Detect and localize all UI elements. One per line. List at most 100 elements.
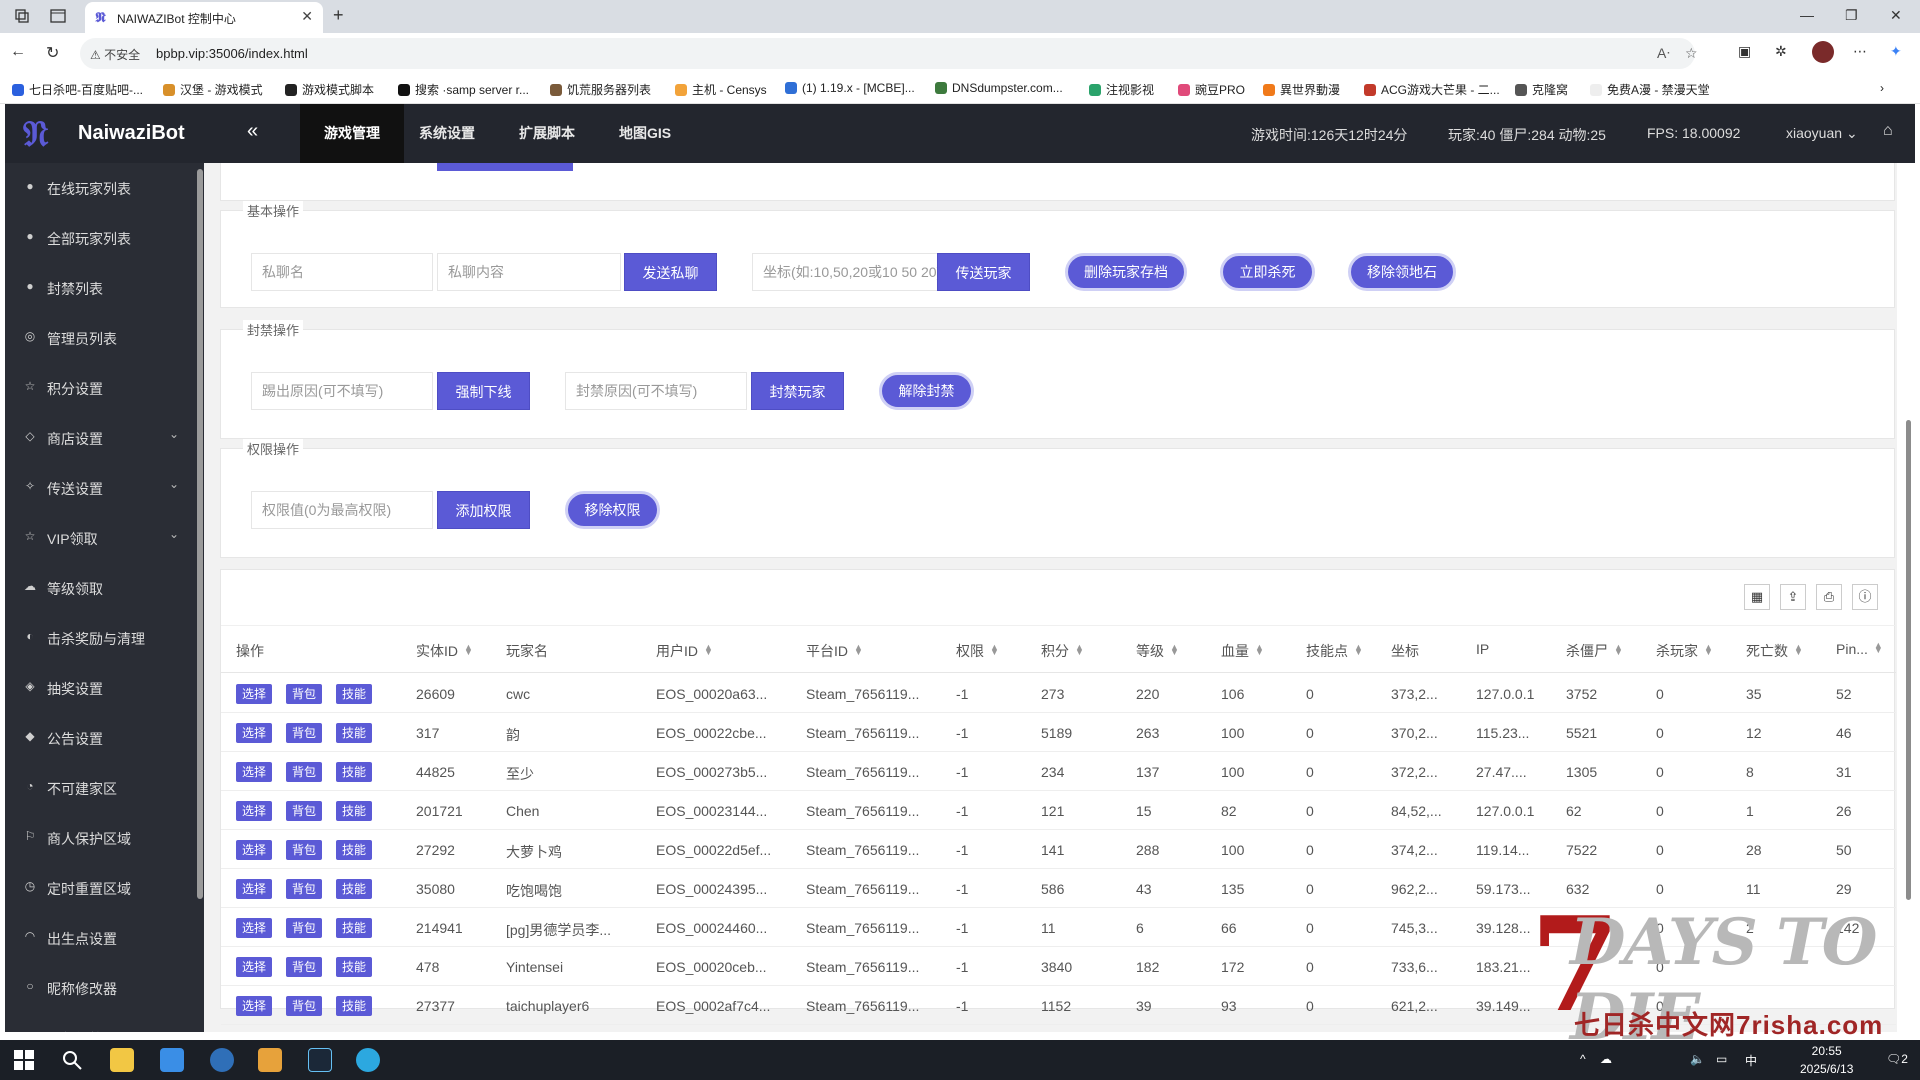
- skills-button[interactable]: 技能: [336, 684, 372, 704]
- more-menu-icon[interactable]: ⋯: [1853, 43, 1867, 60]
- bookmark-item[interactable]: 注视影视: [1089, 81, 1154, 98]
- sort-icon[interactable]: ▲ ▼: [1255, 643, 1264, 657]
- nav-extension-scripts[interactable]: 扩展脚本: [519, 104, 575, 163]
- bookmark-item[interactable]: 主机 - Censys: [675, 81, 767, 98]
- column-header[interactable]: 死亡数 ▲ ▼: [1746, 641, 1803, 661]
- column-header[interactable]: Pin... ▲ ▼: [1836, 641, 1883, 658]
- search-icon[interactable]: [60, 1048, 84, 1072]
- sort-icon[interactable]: ▲ ▼: [1614, 643, 1623, 657]
- sidebar-item[interactable]: ☁ 等级领取: [5, 563, 195, 613]
- sort-icon[interactable]: ▲ ▼: [854, 643, 863, 657]
- info-icon[interactable]: ⓘ: [1852, 584, 1878, 610]
- sidebar-item[interactable]: ✧ 传送设置 ⌄: [5, 463, 195, 513]
- column-header[interactable]: 等级 ▲ ▼: [1136, 641, 1179, 661]
- column-header[interactable]: 杀玩家 ▲ ▼: [1656, 641, 1713, 661]
- skills-button[interactable]: 技能: [336, 801, 372, 821]
- sidebar-item[interactable]: ◔ 不可建家区: [5, 763, 195, 813]
- sort-icon[interactable]: ▲ ▼: [1170, 643, 1179, 657]
- nav-system-settings[interactable]: 系统设置: [419, 104, 475, 163]
- collapse-sidebar-icon[interactable]: «: [247, 120, 258, 143]
- profile-avatar[interactable]: [1812, 41, 1834, 63]
- close-tab-icon[interactable]: ✕: [301, 8, 313, 25]
- system-clock[interactable]: 20:55 2025/6/13: [1800, 1042, 1853, 1078]
- bookmark-item[interactable]: DNSdumpster.com...: [935, 81, 1063, 95]
- remove-permission-button[interactable]: 移除权限: [565, 491, 660, 529]
- reload-icon[interactable]: ↻: [46, 43, 59, 63]
- pm-content-input[interactable]: 私聊内容: [437, 253, 621, 291]
- bookmark-item[interactable]: ACG游戏大芒果 - 二...: [1364, 81, 1500, 98]
- volume-icon[interactable]: 🔈: [1690, 1052, 1705, 1066]
- partial-button[interactable]: [437, 163, 573, 171]
- ban-reason-input[interactable]: 封禁原因(可不填写): [565, 372, 747, 410]
- network-icon[interactable]: ▭: [1716, 1052, 1727, 1066]
- inventory-button[interactable]: 背包: [286, 996, 322, 1016]
- send-pm-button[interactable]: 发送私聊: [624, 253, 717, 291]
- tab-actions-icon[interactable]: [50, 8, 66, 24]
- select-button[interactable]: 选择: [236, 723, 272, 743]
- select-button[interactable]: 选择: [236, 996, 272, 1016]
- url-field[interactable]: ⚠ 不安全 bpbp.vip:35006/index.html Aᐧ ☆: [80, 38, 1698, 69]
- inventory-button[interactable]: 背包: [286, 801, 322, 821]
- select-button[interactable]: 选择: [236, 957, 272, 977]
- home-icon[interactable]: ⌂: [1883, 122, 1893, 140]
- select-button[interactable]: 选择: [236, 684, 272, 704]
- kick-button[interactable]: 强制下线: [437, 372, 530, 410]
- sidebar-item[interactable]: ● 在线玩家列表: [5, 163, 195, 213]
- sidebar-item[interactable]: ○ 昵称修改器: [5, 963, 195, 1013]
- sidebar-item[interactable]: ◈ 抽奖设置: [5, 663, 195, 713]
- bookmark-item[interactable]: 免费A漫 - 禁漫天堂: [1590, 81, 1710, 98]
- bookmark-item[interactable]: 游戏模式脚本: [285, 81, 374, 98]
- add-permission-button[interactable]: 添加权限: [437, 491, 530, 529]
- select-button[interactable]: 选择: [236, 918, 272, 938]
- inventory-button[interactable]: 背包: [286, 840, 322, 860]
- ime-indicator[interactable]: 中: [1745, 1052, 1757, 1069]
- column-header[interactable]: 平台ID ▲ ▼: [806, 641, 863, 661]
- workspaces-icon[interactable]: [14, 8, 30, 24]
- kick-reason-input[interactable]: 踢出原因(可不填写): [251, 372, 433, 410]
- select-button[interactable]: 选择: [236, 801, 272, 821]
- teleport-player-button[interactable]: 传送玩家: [937, 253, 1030, 291]
- extension-icon[interactable]: ▣: [1738, 43, 1751, 60]
- column-header[interactable]: 权限 ▲ ▼: [956, 641, 999, 661]
- sort-icon[interactable]: ▲ ▼: [1354, 643, 1363, 657]
- skills-button[interactable]: 技能: [336, 996, 372, 1016]
- tray-overflow-icon[interactable]: ^: [1580, 1052, 1586, 1066]
- bookmark-item[interactable]: 汉堡 - 游戏模式: [163, 81, 263, 98]
- bookmark-item[interactable]: 豌豆PRO: [1178, 81, 1245, 98]
- inventory-button[interactable]: 背包: [286, 684, 322, 704]
- sidebar-item[interactable]: ☆ VIP领取 ⌄: [5, 513, 195, 563]
- permission-level-input[interactable]: 权限值(0为最高权限): [251, 491, 433, 529]
- sidebar-item[interactable]: ◎ 管理员列表: [5, 313, 195, 363]
- sidebar-scrollbar[interactable]: [197, 169, 203, 899]
- delete-save-button[interactable]: 删除玩家存档: [1065, 253, 1187, 291]
- sidebar-item[interactable]: ◷ 定时重置区域: [5, 863, 195, 913]
- inventory-button[interactable]: 背包: [286, 723, 322, 743]
- skills-button[interactable]: 技能: [336, 840, 372, 860]
- sort-icon[interactable]: ▲ ▼: [1794, 643, 1803, 657]
- column-header[interactable]: 积分 ▲ ▼: [1041, 641, 1084, 661]
- sort-icon[interactable]: ▲ ▼: [990, 643, 999, 657]
- inventory-button[interactable]: 背包: [286, 762, 322, 782]
- skills-button[interactable]: 技能: [336, 879, 372, 899]
- bookmark-item[interactable]: (1) 1.19.x - [MCBE]...: [785, 81, 915, 95]
- sort-icon[interactable]: ▲ ▼: [1075, 643, 1084, 657]
- extensions-puzzle-icon[interactable]: ✲: [1775, 43, 1787, 60]
- bookmark-item[interactable]: 七日杀吧-百度贴吧-...: [12, 81, 143, 98]
- sidebar-item[interactable]: ● 封禁列表: [5, 263, 195, 313]
- inventory-button[interactable]: 背包: [286, 918, 322, 938]
- restore-icon[interactable]: ❐: [1845, 7, 1858, 24]
- notifications-icon[interactable]: 🗨2: [1886, 1052, 1908, 1066]
- onedrive-icon[interactable]: ☁: [1600, 1052, 1612, 1066]
- favorite-star-icon[interactable]: ☆: [1685, 45, 1698, 62]
- skills-button[interactable]: 技能: [336, 762, 372, 782]
- bookmarks-overflow-icon[interactable]: ›: [1880, 81, 1884, 95]
- sort-icon[interactable]: ▲ ▼: [464, 643, 473, 657]
- select-button[interactable]: 选择: [236, 762, 272, 782]
- export-icon[interactable]: ⇪: [1780, 584, 1806, 610]
- sidebar-item[interactable]: ● 全部玩家列表: [5, 213, 195, 263]
- print-icon[interactable]: ⎙: [1816, 584, 1842, 610]
- skills-button[interactable]: 技能: [336, 723, 372, 743]
- columns-filter-icon[interactable]: ▦: [1744, 584, 1770, 610]
- not-secure-warning[interactable]: ⚠ 不安全: [90, 46, 140, 63]
- unban-button[interactable]: 解除封禁: [879, 372, 974, 410]
